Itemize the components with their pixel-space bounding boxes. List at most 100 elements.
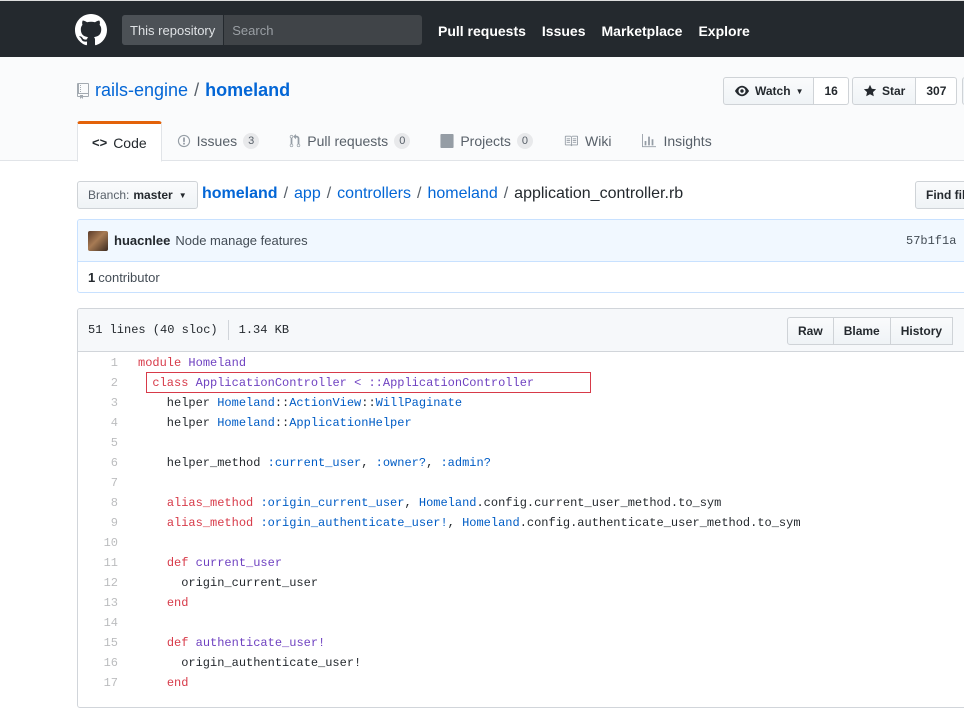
line-number[interactable]: 9 [78, 516, 118, 530]
project-icon [440, 134, 454, 148]
breadcrumb-controllers[interactable]: controllers [337, 185, 411, 203]
breadcrumb-separator: / [326, 185, 332, 202]
history-button[interactable]: History [889, 317, 954, 345]
latest-commit: huacnlee Node manage features 57b1f1a [78, 220, 964, 262]
avatar[interactable] [88, 230, 108, 251]
code-line: 14 [78, 613, 964, 633]
line-content: alias_method :origin_current_user, Homel… [166, 496, 722, 510]
search-input[interactable] [224, 15, 422, 45]
line-content: def current_user [166, 556, 283, 570]
breadcrumb-homeland[interactable]: homeland [427, 185, 497, 203]
tab-wiki[interactable]: Wiki [548, 121, 626, 161]
graph-icon [642, 134, 657, 148]
star-label: Star [882, 84, 906, 98]
repo-tabs: <> Code Issues 3 Pull requests 0 Project… [77, 121, 727, 162]
line-number[interactable]: 14 [78, 616, 118, 630]
nav-pull-requests[interactable]: Pull requests [438, 23, 526, 39]
contributors-count: 1 [88, 270, 96, 285]
code-line: 17 end [78, 673, 964, 693]
issue-icon [177, 134, 190, 148]
line-number[interactable]: 2 [78, 376, 118, 390]
code-line: 15 def authenticate_user! [78, 633, 964, 653]
nav-explore[interactable]: Explore [698, 23, 749, 39]
line-number[interactable]: 15 [78, 636, 118, 650]
code-line: 5 [78, 433, 964, 453]
watch-group: Watch ▼ 16 [723, 77, 849, 105]
line-number[interactable]: 7 [78, 476, 118, 490]
chevron-down-icon: ▼ [795, 86, 804, 96]
line-number[interactable]: 13 [78, 596, 118, 610]
star-count[interactable]: 307 [916, 77, 958, 105]
breadcrumb-separator: / [503, 185, 509, 202]
tab-insights[interactable]: Insights [626, 121, 726, 161]
line-number[interactable]: 5 [78, 436, 118, 450]
tab-issues-label: Issues [196, 133, 238, 149]
contributors-row[interactable]: 1 contributor [78, 262, 964, 292]
nav-issues[interactable]: Issues [542, 23, 586, 39]
commit-author[interactable]: huacnlee [114, 233, 170, 248]
line-content: module Homeland [138, 356, 247, 370]
commit-tease: huacnlee Node manage features 57b1f1a 1 … [77, 219, 964, 293]
commit-sha[interactable]: 57b1f1a [906, 234, 956, 248]
repo-owner-link[interactable]: rails-engine [95, 80, 188, 101]
raw-button[interactable]: Raw [787, 317, 834, 345]
tab-pull-requests-label: Pull requests [307, 133, 389, 149]
breadcrumb-root[interactable]: homeland [202, 185, 278, 203]
line-number[interactable]: 1 [78, 356, 118, 370]
line-content: end [166, 596, 189, 610]
blame-button[interactable]: Blame [832, 317, 891, 345]
line-number[interactable]: 8 [78, 496, 118, 510]
branch-label: Branch: [88, 188, 130, 202]
issues-counter: 3 [243, 133, 260, 149]
code-line: 11 def current_user [78, 553, 964, 573]
find-file-button[interactable]: Find file [915, 181, 964, 209]
github-logo-icon[interactable] [75, 14, 107, 46]
star-button[interactable]: Star [852, 77, 917, 105]
watch-count[interactable]: 16 [814, 77, 849, 105]
code-line: 1 module Homeland [78, 353, 964, 373]
code-line: 4 helper Homeland::ApplicationHelper [78, 413, 964, 433]
watch-button[interactable]: Watch ▼ [723, 77, 815, 105]
pull-request-icon [290, 134, 301, 148]
star-icon [863, 84, 877, 97]
code-line: 10 [78, 533, 964, 553]
line-number[interactable]: 3 [78, 396, 118, 410]
file-info-divider [227, 320, 229, 340]
tab-pull-requests[interactable]: Pull requests 0 [274, 121, 425, 161]
breadcrumb-file: application_controller.rb [514, 185, 684, 202]
code-line: 8 alias_method :origin_current_user, Hom… [78, 493, 964, 513]
nav-marketplace[interactable]: Marketplace [602, 23, 683, 39]
line-number[interactable]: 12 [78, 576, 118, 590]
branch-select-button[interactable]: Branch: master ▼ [77, 181, 198, 209]
projects-counter: 0 [516, 133, 534, 149]
repo-name-link[interactable]: homeland [205, 80, 290, 101]
code-line: 16 origin_authenticate_user! [78, 653, 964, 673]
tab-insights-label: Insights [663, 133, 712, 149]
breadcrumb-separator: / [416, 185, 422, 202]
watch-label: Watch [755, 84, 791, 98]
line-number[interactable]: 4 [78, 416, 118, 430]
line-number[interactable]: 10 [78, 536, 118, 550]
repo-title: rails-engine / homeland [77, 80, 290, 101]
eye-icon [735, 85, 749, 97]
tab-projects[interactable]: Projects 0 [425, 121, 548, 161]
line-number[interactable]: 6 [78, 456, 118, 470]
commit-message[interactable]: Node manage features [175, 233, 307, 248]
branch-value: master [133, 188, 173, 202]
line-content: helper_method :current_user, :owner?, :a… [138, 456, 491, 470]
top-nav: Pull requests Issues Marketplace Explore [438, 23, 750, 39]
highlight-annotation-box [146, 372, 591, 393]
tab-issues[interactable]: Issues 3 [162, 121, 275, 161]
code-line: 6 helper_method :current_user, :owner?, … [78, 453, 964, 473]
contributors-label: contributor [98, 270, 160, 285]
file-lines-info: 51 lines (40 sloc) [88, 323, 218, 337]
line-content: helper Homeland::ApplicationHelper [138, 416, 412, 430]
search-box: This repository [122, 15, 422, 45]
tab-code[interactable]: <> Code [77, 121, 162, 162]
file-actions: Raw Blame History [787, 317, 964, 345]
line-number[interactable]: 17 [78, 676, 118, 690]
line-number[interactable]: 16 [78, 656, 118, 670]
code-table: 1 module Homeland 2 class ApplicationCont… [78, 352, 964, 693]
line-number[interactable]: 11 [78, 556, 118, 570]
breadcrumb-app[interactable]: app [294, 185, 321, 203]
